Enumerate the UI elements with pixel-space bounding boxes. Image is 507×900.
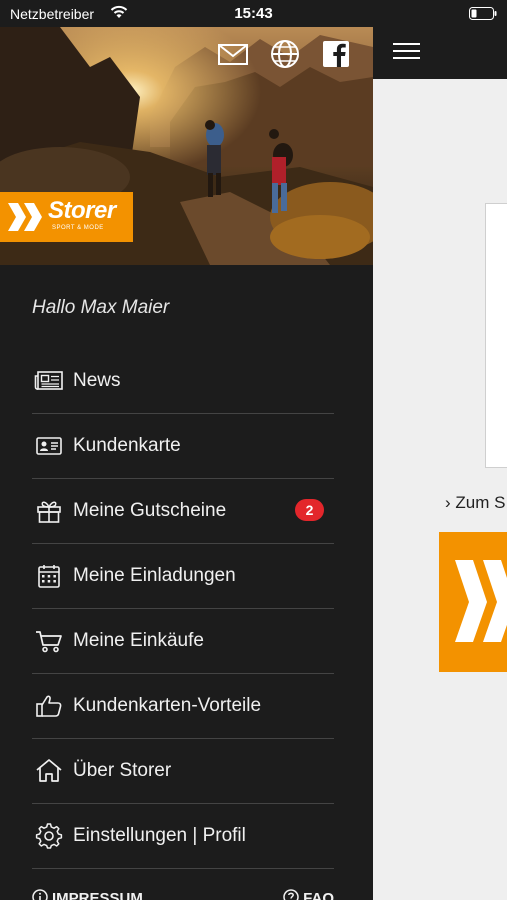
home-icon [36, 759, 62, 782]
chevron-logo-icon [455, 560, 507, 642]
app-screen: Netzbetreiber 15:43 › Zum S Storer SPORT… [0, 0, 507, 900]
facebook-icon[interactable] [320, 39, 352, 69]
main-header [373, 27, 507, 79]
mail-icon[interactable] [217, 39, 249, 69]
storer-logo-tile [439, 532, 507, 672]
brand-name: Storer [48, 197, 116, 224]
gear-icon [35, 823, 63, 849]
calendar-icon [38, 565, 60, 588]
menu-label: Kundenkarten-Vorteile [73, 695, 262, 716]
help-icon [283, 889, 299, 900]
menu-label: Einstellungen | Profil [73, 825, 246, 846]
menu-item-vorteile[interactable]: Kundenkarten-Vorteile [32, 674, 334, 739]
battery-icon [469, 7, 497, 20]
drawer-footer: IMPRESSUM FAQ [32, 889, 334, 900]
main-content: › Zum S [373, 0, 507, 900]
notification-badge: 2 [295, 499, 324, 521]
shopping-cart-icon [36, 631, 62, 653]
gift-icon [37, 501, 61, 523]
menu-item-einladungen[interactable]: Meine Einladungen [32, 544, 334, 609]
thumbs-up-icon [36, 695, 62, 717]
menu-item-ueber-storer[interactable]: Über Storer [32, 739, 334, 804]
globe-icon[interactable] [269, 39, 301, 69]
shop-link[interactable]: › Zum S [445, 493, 505, 513]
menu-label: News [73, 370, 121, 391]
chevron-icon [8, 203, 42, 231]
drawer-menu: News Kundenkarte Meine Gutscheine 2 Mein… [32, 349, 334, 869]
faq-label: FAQ [303, 890, 334, 900]
menu-item-gutscheine[interactable]: Meine Gutscheine 2 [32, 479, 334, 544]
menu-label: Meine Einkäufe [73, 630, 204, 651]
user-greeting: Hallo Max Maier [32, 297, 170, 318]
hamburger-menu-icon[interactable] [393, 43, 420, 63]
menu-label: Über Storer [73, 760, 172, 781]
id-card-icon [36, 437, 62, 455]
impressum-label: IMPRESSUM [52, 890, 143, 900]
menu-item-kundenkarte[interactable]: Kundenkarte [32, 414, 334, 479]
menu-item-einstellungen[interactable]: Einstellungen | Profil [32, 804, 334, 869]
menu-label: Meine Einladungen [73, 565, 236, 586]
hero-image: Storer SPORT & MODE [0, 27, 373, 265]
navigation-drawer: Storer SPORT & MODE Hallo Max Maier News [0, 27, 373, 900]
menu-label: Kundenkarte [73, 435, 181, 456]
content-card[interactable] [485, 203, 507, 468]
menu-item-einkaeufe[interactable]: Meine Einkäufe [32, 609, 334, 674]
status-bar: Netzbetreiber 15:43 [0, 0, 507, 27]
status-time: 15:43 [234, 5, 273, 22]
newspaper-icon [34, 371, 63, 390]
storer-brand-logo: Storer SPORT & MODE [0, 192, 133, 242]
info-icon [32, 889, 48, 900]
brand-tagline: SPORT & MODE [52, 225, 104, 231]
impressum-link[interactable]: IMPRESSUM [32, 889, 143, 900]
menu-item-news[interactable]: News [32, 349, 334, 414]
faq-link[interactable]: FAQ [283, 889, 334, 900]
menu-label: Meine Gutscheine [73, 500, 227, 521]
